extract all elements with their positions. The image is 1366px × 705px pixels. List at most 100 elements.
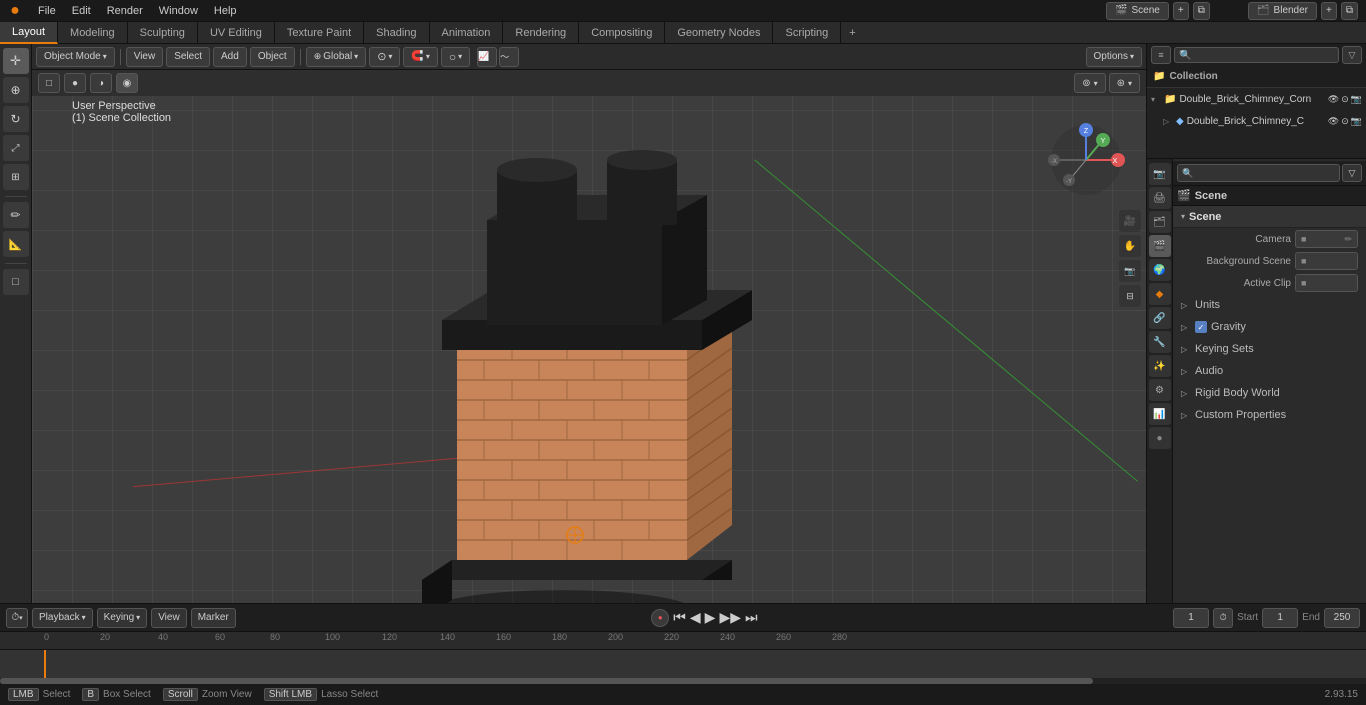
props-tab-object[interactable]: ◆ — [1149, 283, 1171, 305]
options-btn[interactable]: Options ▾ — [1086, 47, 1142, 67]
tab-compositing[interactable]: Compositing — [579, 22, 665, 44]
eye-icon-2[interactable]: 👁 — [1328, 116, 1339, 127]
tab-modeling[interactable]: Modeling — [58, 22, 128, 44]
props-tab-modifier[interactable]: 🔧 — [1149, 331, 1171, 353]
navigation-gizmo[interactable]: X Y Z -X -Y — [1046, 120, 1126, 200]
props-tab-constraints[interactable]: 🔗 — [1149, 307, 1171, 329]
eye-icon-1[interactable]: 👁 — [1328, 94, 1339, 105]
timeline-scroll-thumb[interactable] — [0, 678, 1093, 684]
props-tab-scene[interactable]: 🎬 — [1149, 235, 1171, 257]
view-layer-new-btn[interactable]: + — [1321, 2, 1337, 20]
cursor-tool-btn[interactable]: ✛ — [3, 48, 29, 74]
viewport-shading-material-btn[interactable]: ◑ — [90, 73, 112, 93]
move-tool-btn[interactable]: ⊕ — [3, 77, 29, 103]
outliner-filter-btn[interactable]: ≡ — [1151, 46, 1171, 64]
scale-tool-btn[interactable]: ⤢ — [3, 135, 29, 161]
rotate-tool-btn[interactable]: ↻ — [3, 106, 29, 132]
start-frame-field[interactable]: 1 — [1262, 608, 1298, 628]
playback-btn[interactable]: Playback ▾ — [32, 608, 93, 628]
tab-rendering[interactable]: Rendering — [503, 22, 579, 44]
view-tl-btn[interactable]: View — [151, 608, 187, 628]
keying-btn[interactable]: Keying ▾ — [97, 608, 148, 628]
measure-tool-btn[interactable]: 📐 — [3, 231, 29, 257]
select-menu-btn[interactable]: Select — [166, 47, 210, 67]
jump-end-btn[interactable]: ⏭ — [745, 609, 758, 626]
props-tab-physics[interactable]: ⚙ — [1149, 379, 1171, 401]
tab-sculpting[interactable]: Sculpting — [128, 22, 198, 44]
header-icon-2[interactable]: 〜 — [499, 47, 519, 67]
prev-frame-btn[interactable]: ◀ — [690, 609, 701, 626]
tab-shading[interactable]: Shading — [364, 22, 429, 44]
transform-orientation-btn[interactable]: ⊕ Global ▾ — [306, 47, 366, 67]
tab-texture-paint[interactable]: Texture Paint — [275, 22, 364, 44]
add-menu-btn[interactable]: Add — [213, 47, 247, 67]
viewport-shading-render-btn[interactable]: ◉ — [116, 73, 138, 93]
layers-icon-btn[interactable]: ⊟ — [1119, 285, 1141, 307]
camera-value-field[interactable]: ■ ✏ — [1295, 230, 1358, 248]
pivot-btn[interactable]: ⊙ ▾ — [369, 47, 400, 67]
outliner-search-input[interactable] — [1174, 47, 1339, 63]
record-btn[interactable]: ● — [651, 609, 669, 627]
tab-scripting[interactable]: Scripting — [773, 22, 841, 44]
scene-selector[interactable]: 🎬 Scene — [1106, 2, 1169, 20]
rigid-body-world-section-row[interactable]: ▷ Rigid Body World — [1173, 382, 1366, 404]
props-tab-material[interactable]: ● — [1149, 427, 1171, 449]
background-scene-value-field[interactable]: ■ — [1295, 252, 1358, 270]
keying-sets-section-row[interactable]: ▷ Keying Sets — [1173, 338, 1366, 360]
cursor-restrict-icon-1[interactable]: ⊙ — [1341, 94, 1349, 105]
view-btn[interactable]: View — [126, 47, 164, 67]
props-filter-btn[interactable]: ▽ — [1342, 164, 1362, 182]
menu-file[interactable]: File — [30, 0, 64, 22]
outliner-row-chimney-mesh[interactable]: ▷ ◆ Double_Brick_Chimney_C 👁 ⊙ 📷 — [1147, 110, 1366, 132]
view-layer-selector[interactable]: 🗂 Blender — [1248, 2, 1317, 20]
jump-start-btn[interactable]: ⏮ — [673, 609, 686, 626]
outliner-visibility-filter[interactable]: ▽ — [1342, 46, 1362, 64]
fps-indicator[interactable]: ⏱ — [1213, 608, 1233, 628]
header-icon-1[interactable]: 📈 — [477, 47, 497, 67]
viewport-overlays-btn[interactable]: ⊚ ▾ — [1074, 73, 1105, 93]
props-tab-particles[interactable]: ✨ — [1149, 355, 1171, 377]
menu-edit[interactable]: Edit — [64, 0, 99, 22]
next-frame-btn[interactable]: ▶▶ — [719, 609, 741, 626]
timeline-scrollbar[interactable] — [0, 678, 1366, 684]
tab-layout[interactable]: Layout — [0, 22, 58, 44]
outliner-row-chimney-collection[interactable]: ▾ 📁 Double_Brick_Chimney_Corn 👁 ⊙ 📷 — [1147, 88, 1366, 110]
timeline-type-btn[interactable]: ⏱ ▾ — [6, 608, 28, 628]
gravity-checkbox[interactable]: ✓ — [1195, 321, 1207, 333]
add-cube-tool-btn[interactable]: □ — [3, 269, 29, 295]
grab-pan-btn[interactable]: ✋ — [1119, 235, 1141, 257]
transform-tool-btn[interactable]: ⊞ — [3, 164, 29, 190]
render-vis-icon-1[interactable]: 📷 — [1351, 94, 1362, 105]
props-tab-view-layer[interactable]: 🗂 — [1149, 211, 1171, 233]
scene-subsection-header[interactable]: ▾ Scene — [1173, 206, 1366, 228]
snap-btn[interactable]: 🧲 ▾ — [403, 47, 437, 67]
play-btn[interactable]: ▶ — [705, 609, 716, 626]
props-tab-output[interactable]: 🖨 — [1149, 187, 1171, 209]
3d-viewport[interactable]: User Perspective (1) Scene Collection □ … — [32, 70, 1146, 603]
viewport-gizmos-btn[interactable]: ⊛ ▾ — [1109, 73, 1140, 93]
proportional-btn[interactable]: ○ ▾ — [441, 47, 470, 67]
menu-render[interactable]: Render — [99, 0, 151, 22]
object-mode-btn[interactable]: Object Mode ▾ — [36, 47, 115, 67]
viewport-shading-wire-btn[interactable]: □ — [38, 73, 60, 93]
camera-perspective-btn[interactable]: 🎥 — [1119, 210, 1141, 232]
current-frame-field[interactable]: 1 — [1173, 608, 1209, 628]
add-workspace-btn[interactable]: + — [841, 27, 863, 39]
camera-icon-btn[interactable]: 📷 — [1119, 260, 1141, 282]
marker-btn[interactable]: Marker — [191, 608, 236, 628]
timeline-track[interactable] — [0, 650, 1366, 684]
view-layer-dup-btn[interactable]: ⧉ — [1341, 2, 1358, 20]
properties-search-input[interactable] — [1196, 168, 1335, 179]
viewport-shading-solid-btn[interactable]: ● — [64, 73, 86, 93]
gravity-section-row[interactable]: ▷ ✓ Gravity — [1173, 316, 1366, 338]
scene-new-btn[interactable]: + — [1173, 2, 1189, 20]
end-frame-field[interactable]: 250 — [1324, 608, 1360, 628]
menu-help[interactable]: Help — [206, 0, 245, 22]
tab-geometry-nodes[interactable]: Geometry Nodes — [665, 22, 773, 44]
active-clip-value-field[interactable]: ■ — [1295, 274, 1358, 292]
scene-duplicate-btn[interactable]: ⧉ — [1193, 2, 1210, 20]
props-tab-data[interactable]: 📊 — [1149, 403, 1171, 425]
annotate-tool-btn[interactable]: ✏ — [3, 202, 29, 228]
tab-uv-editing[interactable]: UV Editing — [198, 22, 275, 44]
props-tab-render[interactable]: 📷 — [1149, 163, 1171, 185]
